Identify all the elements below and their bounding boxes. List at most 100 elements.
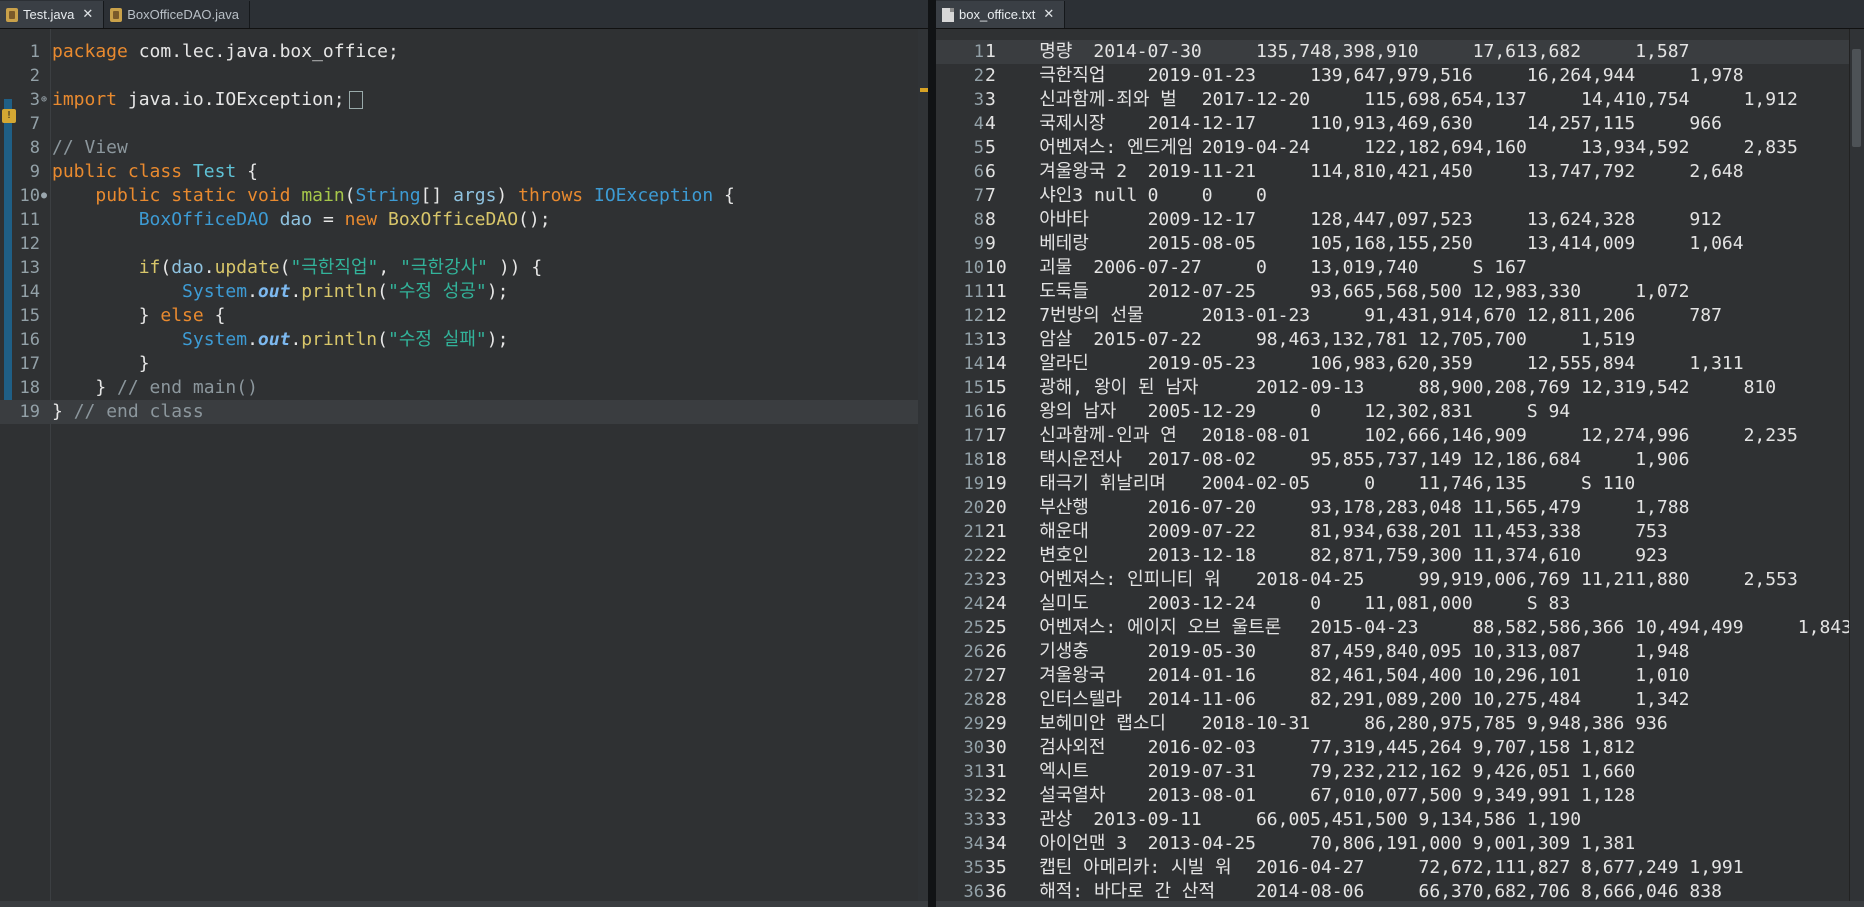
line-number: 9 xyxy=(29,162,40,182)
pane-divider[interactable] xyxy=(928,0,936,907)
text-line[interactable]: 99 베테랑 2015-08-05 105,168,155,250 13,414… xyxy=(936,232,1864,256)
code-text: import java.io.IOException; xyxy=(52,88,363,112)
scrollbar-thumb[interactable] xyxy=(1852,49,1861,147)
fold-marker-icon[interactable]: ⊕ xyxy=(41,88,47,112)
line-number: 7 xyxy=(29,114,40,134)
text-line[interactable]: 20 20 부산행 2016-07-20 93,178,283,048 11,56… xyxy=(936,496,1864,520)
code-line[interactable]: 13 if(dao.update("극한직업", "극한강사" )) { xyxy=(0,256,928,280)
line-number: 5 xyxy=(973,138,984,158)
text-line[interactable]: 55 어벤져스: 엔드게임 2019-04-24 122,182,694,160… xyxy=(936,136,1864,160)
text-line[interactable]: 26 26 기생충 2019-05-30 87,459,840,095 10,31… xyxy=(936,640,1864,664)
code-line[interactable]: 2 xyxy=(0,64,928,88)
line-number: 15 xyxy=(19,306,40,326)
text-line[interactable]: 25 25 어벤져스: 에이지 오브 울트론 2015-04-23 88,582,… xyxy=(936,616,1864,640)
text-line[interactable]: 24 24 실미도 2003-12-24 0 11,081,000 S 83 xyxy=(936,592,1864,616)
code-line[interactable]: 18 } // end main() xyxy=(0,376,928,400)
code-line[interactable]: 15 } else { xyxy=(0,304,928,328)
code-line[interactable]: 11 BoxOfficeDAO dao = new BoxOfficeDAO()… xyxy=(0,208,928,232)
text-line[interactable]: 21 21 해운대 2009-07-22 81,934,638,201 11,45… xyxy=(936,520,1864,544)
text-line[interactable]: 11 11 도둑들 2012-07-25 93,665,568,500 12,98… xyxy=(936,280,1864,304)
close-icon[interactable]: ✕ xyxy=(82,7,93,22)
text-content: 33 관상 2013-09-11 66,005,451,500 9,134,58… xyxy=(985,809,1582,830)
fold-marker-icon[interactable]: ● xyxy=(41,184,47,208)
line-number: 2 xyxy=(973,66,984,86)
code-text: } xyxy=(52,353,150,374)
warning-marker[interactable] xyxy=(920,88,928,92)
line-number: 11 xyxy=(19,210,40,230)
text-line[interactable]: 23 23 어벤져스: 인피니티 워 2018-04-25 99,919,006,… xyxy=(936,568,1864,592)
code-line[interactable]: 14 System.out.println("수정 성공"); xyxy=(0,280,928,304)
text-line[interactable]: 22 극한직업 2019-01-23 139,647,979,516 16,26… xyxy=(936,64,1864,88)
text-content: 24 실미도 2003-12-24 0 11,081,000 S 83 xyxy=(985,593,1571,614)
code-text: } // end main() xyxy=(52,377,258,398)
close-icon[interactable]: ✕ xyxy=(1043,7,1054,22)
text-line[interactable]: 11 명량 2014-07-30 135,748,398,910 17,613,… xyxy=(936,40,1864,64)
text-line[interactable]: 77 샤인3 null 0 0 0 xyxy=(936,184,1864,208)
text-line[interactable]: 15 15 광해, 왕이 된 남자 2012-09-13 88,900,208,7… xyxy=(936,376,1864,400)
text-content: 20 부산행 2016-07-20 93,178,283,048 11,565,… xyxy=(985,497,1690,518)
text-line[interactable]: 27 27 겨울왕국 2014-01-16 82,461,504,400 10,2… xyxy=(936,664,1864,688)
line-number: 21 xyxy=(963,522,984,542)
text-content: 35 캡틴 아메리카: 시빌 워 2016-04-27 72,672,111,8… xyxy=(985,857,1744,878)
text-line[interactable]: 17 17 신과함께-인과 연 2018-08-01 102,666,146,90… xyxy=(936,424,1864,448)
code-line[interactable]: 12 xyxy=(0,232,928,256)
code-line[interactable]: 19} // end class xyxy=(0,400,928,424)
code-text: BoxOfficeDAO dao = new BoxOfficeDAO(); xyxy=(138,209,551,230)
line-number: 30 xyxy=(963,738,984,758)
tab-box-office-txt[interactable]: box_office.txt ✕ xyxy=(936,1,1066,28)
code-line[interactable]: 3 ⊕ import java.io.IOException; xyxy=(0,88,928,112)
text-line[interactable]: 32 32 설국열차 2013-08-01 67,010,077,500 9,34… xyxy=(936,784,1864,808)
text-line[interactable]: 44 국제시장 2014-12-17 110,913,469,630 14,25… xyxy=(936,112,1864,136)
text-line[interactable]: 14 14 알라딘 2019-05-23 106,983,620,359 12,5… xyxy=(936,352,1864,376)
text-line[interactable]: 33 33 관상 2013-09-11 66,005,451,500 9,134,… xyxy=(936,808,1864,832)
right-tabbar: box_office.txt ✕ xyxy=(936,0,1864,29)
line-number: 8 xyxy=(29,138,40,158)
text-editor[interactable]: 11 명량 2014-07-30 135,748,398,910 17,613,… xyxy=(936,29,1864,907)
overview-ruler[interactable] xyxy=(918,29,928,907)
line-number: 28 xyxy=(963,690,984,710)
line-number: 10 xyxy=(963,258,984,278)
line-number: 2 xyxy=(29,66,40,86)
text-line[interactable]: 10 10 괴물 2006-07-27 0 13,019,740 S 167 xyxy=(936,256,1864,280)
text-line[interactable]: 66 겨울왕국 2 2019-11-21 114,810,421,450 13,… xyxy=(936,160,1864,184)
line-number: 22 xyxy=(963,546,984,566)
text-line[interactable]: 19 19 태극기 휘날리며 2004-02-05 0 11,746,135 S … xyxy=(936,472,1864,496)
code-line[interactable]: 8 // View xyxy=(0,136,928,160)
text-line[interactable]: 16 16 왕의 남자 2005-12-29 0 12,302,831 S 94 xyxy=(936,400,1864,424)
code-line[interactable]: 7 xyxy=(0,112,928,136)
code-line[interactable]: 16 System.out.println("수정 실패"); xyxy=(0,328,928,352)
bottom-strip xyxy=(936,901,1864,907)
text-line[interactable]: 29 29 보헤미안 랩소디 2018-10-31 86,280,975,785 … xyxy=(936,712,1864,736)
line-number: 11 xyxy=(963,282,984,302)
line-number: 12 xyxy=(963,306,984,326)
text-line[interactable]: 88 아바타 2009-12-17 128,447,097,523 13,624… xyxy=(936,208,1864,232)
code-line[interactable]: 9 public class Test { xyxy=(0,160,928,184)
tab-label: Test.java xyxy=(23,7,75,22)
line-number: 33 xyxy=(963,810,984,830)
java-code-editor[interactable]: ! 1 package com.lec.java.box_office; 2 3 ⊕ im… xyxy=(0,29,928,907)
line-number: 17 xyxy=(19,354,40,374)
text-line[interactable]: 13 13 암살 2015-07-22 98,463,132,781 12,705… xyxy=(936,328,1864,352)
code-line[interactable]: 17 } xyxy=(0,352,928,376)
line-number: 20 xyxy=(963,498,984,518)
text-line[interactable]: 31 31 엑시트 2019-07-31 79,232,212,162 9,426… xyxy=(936,760,1864,784)
vertical-scrollbar[interactable] xyxy=(1849,29,1864,907)
text-line[interactable]: 22 22 변호인 2013-12-18 82,871,759,300 11,37… xyxy=(936,544,1864,568)
code-line[interactable]: 10 ● public static void main(String[] arg… xyxy=(0,184,928,208)
line-number: 7 xyxy=(973,186,984,206)
line-number: 12 xyxy=(19,234,40,254)
text-line[interactable]: 34 34 아이언맨 3 2013-04-25 70,806,191,000 9,… xyxy=(936,832,1864,856)
code-line[interactable]: 1 package com.lec.java.box_office; xyxy=(0,40,928,64)
line-number: 19 xyxy=(963,474,984,494)
text-content: 26 기생충 2019-05-30 87,459,840,095 10,313,… xyxy=(985,641,1690,662)
tab-test-java[interactable]: Test.java ✕ xyxy=(0,1,105,28)
text-content: 6 겨울왕국 2 2019-11-21 114,810,421,450 13,7… xyxy=(985,161,1744,182)
text-line[interactable]: 18 18 택시운전사 2017-08-02 95,855,737,149 12,… xyxy=(936,448,1864,472)
text-line[interactable]: 12 12 7번방의 선물 2013-01-23 91,431,914,670 1… xyxy=(936,304,1864,328)
text-line[interactable]: 28 28 인터스텔라 2014-11-06 82,291,089,200 10,… xyxy=(936,688,1864,712)
code-text: if(dao.update("극한직업", "극한강사" )) { xyxy=(138,257,543,278)
text-line[interactable]: 33 신과함께-죄와 벌 2017-12-20 115,698,654,137 … xyxy=(936,88,1864,112)
text-line[interactable]: 35 35 캡틴 아메리카: 시빌 워 2016-04-27 72,672,111… xyxy=(936,856,1864,880)
tab-boxofficedao-java[interactable]: BoxOfficeDAO.java xyxy=(104,1,250,28)
text-line[interactable]: 30 30 검사외전 2016-02-03 77,319,445,264 9,70… xyxy=(936,736,1864,760)
